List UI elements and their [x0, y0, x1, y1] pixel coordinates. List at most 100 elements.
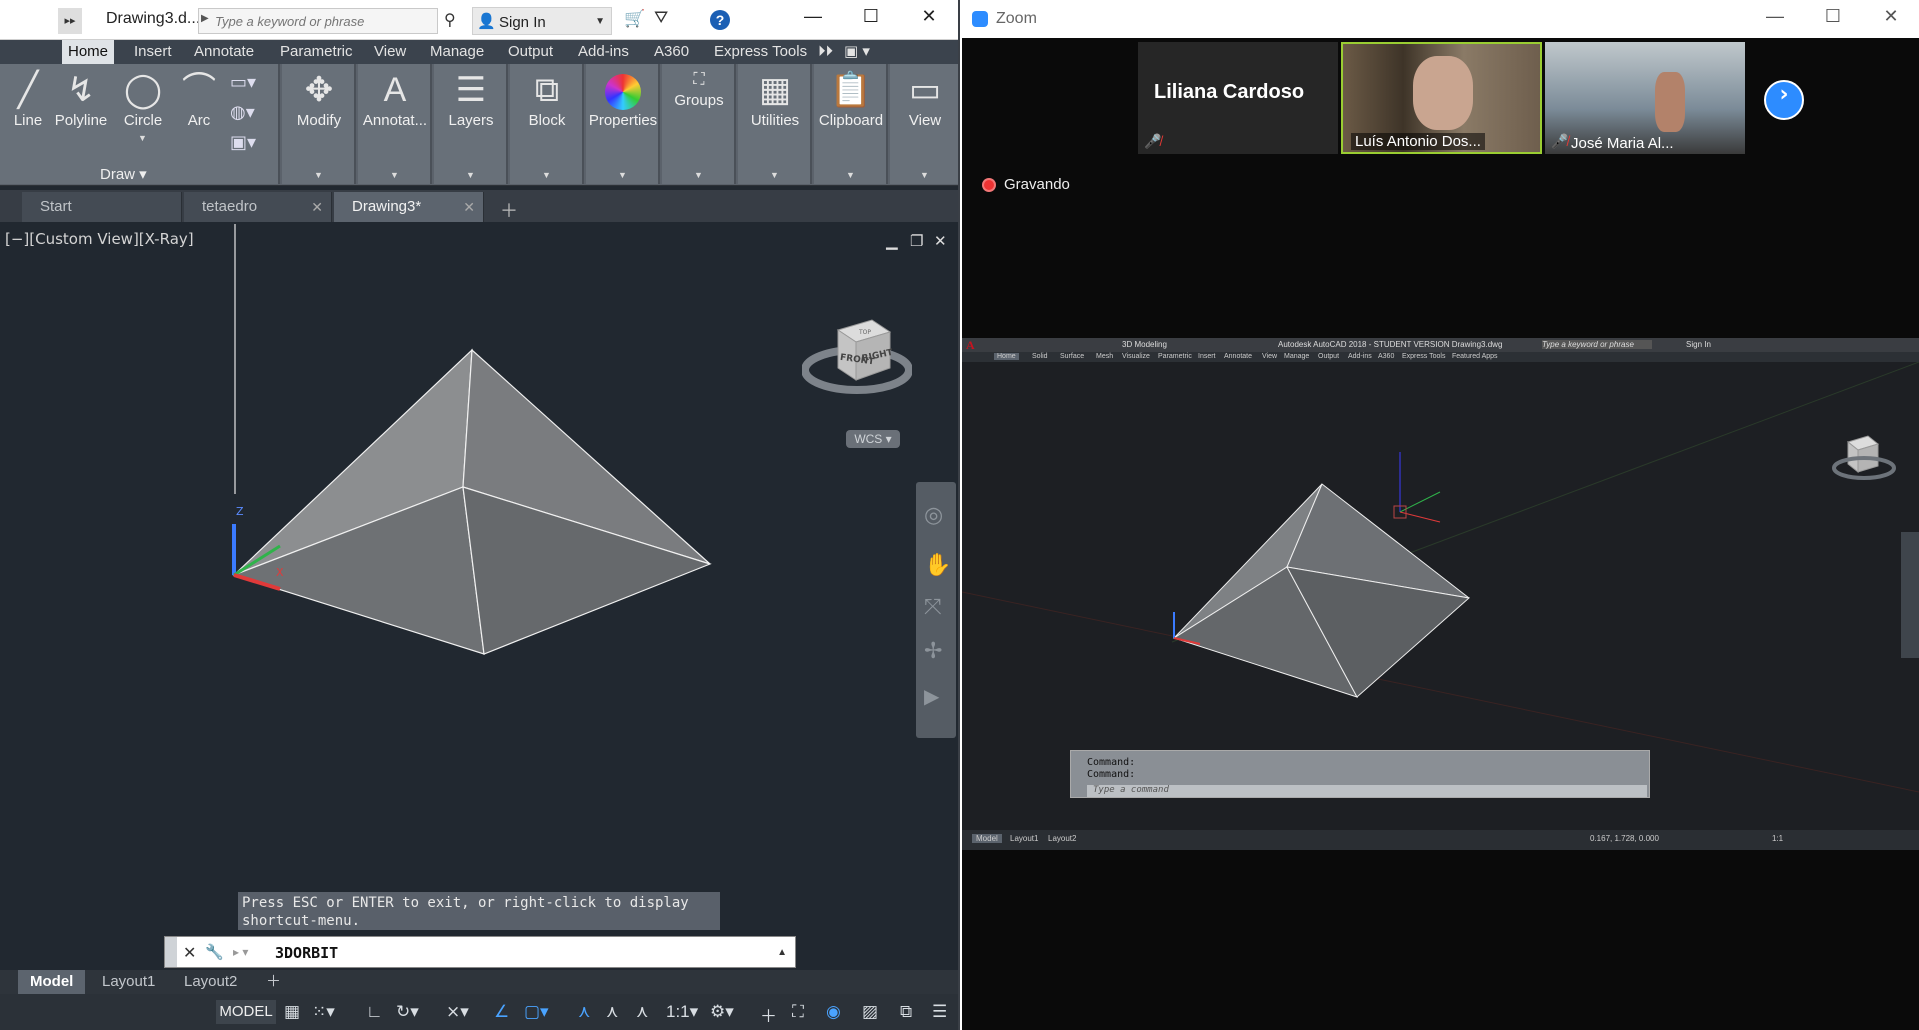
file-tab-drawing3[interactable]: Drawing3* ✕ [334, 192, 484, 222]
line-button[interactable]: ╱ Line [10, 68, 46, 129]
block-button[interactable]: ⧉ Block [518, 68, 576, 129]
polar-icon[interactable]: ↻▾ [396, 1002, 419, 1022]
command-line-handle[interactable] [165, 937, 177, 967]
auto-scale-icon[interactable]: ⋏ [606, 1002, 618, 1022]
properties-button[interactable]: Properties [586, 68, 660, 129]
command-prompt-icon[interactable]: ▸ ▾ [233, 945, 248, 959]
close-button[interactable]: ✕ [914, 6, 944, 27]
steering-wheel-icon[interactable]: ◎ [924, 502, 943, 528]
chevron-down-icon[interactable]: ▼ [846, 170, 855, 180]
tab-a360[interactable]: A360 [648, 40, 695, 64]
shared-screen[interactable]: A 3D Modeling Autodesk AutoCAD 2018 - ST… [962, 338, 1919, 850]
chevron-down-icon[interactable]: ▼ [618, 170, 627, 180]
isodraft-icon[interactable]: ⨯▾ [446, 1002, 469, 1022]
add-layout-button[interactable]: ＋ [254, 970, 293, 994]
wcs-menu[interactable]: WCS ▾ [846, 430, 900, 448]
object-snap-icon[interactable]: ▢▾ [524, 1002, 549, 1022]
layout-tab-model[interactable]: Model [18, 970, 86, 994]
region-icon[interactable]: ▣▾ [230, 132, 256, 153]
chevron-down-icon[interactable]: ▼ [920, 170, 929, 180]
next-page-button[interactable]: › [1764, 80, 1804, 120]
new-tab-button[interactable]: ＋ [500, 197, 518, 223]
file-tab-tetaedro[interactable]: tetaedro ✕ [184, 192, 332, 222]
tab-view[interactable]: View [368, 40, 412, 64]
polyline-button[interactable]: ↯ Polyline [52, 68, 110, 129]
chevron-down-icon[interactable]: ▼ [542, 170, 551, 180]
rectangle-icon[interactable]: ▭▾ [230, 72, 256, 93]
sign-in-button[interactable]: 👤 Sign In ▼ [472, 7, 612, 35]
arc-button[interactable]: ⌒ Arc [176, 68, 222, 129]
plus-icon[interactable]: ＋ [760, 1002, 777, 1027]
draw-panel-label[interactable]: Draw ▾ [100, 165, 147, 183]
minimize-button[interactable]: — [798, 6, 828, 27]
units-icon[interactable]: ⛶ [792, 1002, 804, 1022]
tab-home[interactable]: Home [62, 40, 115, 64]
file-tab-start[interactable]: Start [22, 192, 182, 222]
pan-icon[interactable]: ✋ [924, 552, 951, 578]
ortho-icon[interactable]: ∟ [366, 1002, 383, 1022]
chevron-down-icon[interactable]: ▼ [770, 170, 779, 180]
tab-parametric[interactable]: Parametric [274, 40, 359, 64]
model-space-button[interactable]: MODEL [216, 1000, 276, 1024]
showmotion-icon[interactable]: ▶ [924, 684, 939, 709]
hatch-icon[interactable]: ◍▾ [230, 102, 255, 123]
command-input[interactable] [275, 942, 755, 964]
annotation-visibility-icon[interactable]: ⋏ [578, 1002, 590, 1022]
annotation-scale-value[interactable]: 1:1▾ [666, 1002, 698, 1022]
tab-manage[interactable]: Manage [424, 40, 490, 64]
clipboard-button[interactable]: 📋 Clipboard [814, 68, 888, 129]
object-snap-tracking-icon[interactable]: ∠ [494, 1002, 509, 1022]
close-button[interactable]: ✕ [1876, 6, 1906, 27]
close-icon[interactable]: ✕ [463, 192, 475, 222]
layout-tab-layout1[interactable]: Layout1 [90, 970, 167, 994]
modify-button[interactable]: ✥ Modify [290, 68, 348, 129]
zoom-extents-icon[interactable]: ⤧ [924, 594, 942, 620]
tab-annotate[interactable]: Annotate [188, 40, 260, 64]
utilities-button[interactable]: ▦ Utilities [740, 68, 810, 129]
layers-button[interactable]: ☰ Layers [442, 68, 500, 129]
binoculars-icon[interactable]: ⚲ [444, 10, 456, 30]
groups-button[interactable]: ⛶ Groups [668, 68, 730, 109]
tab-output[interactable]: Output [502, 40, 559, 64]
chevron-down-icon[interactable]: ▼ [694, 170, 703, 180]
gear-icon[interactable]: ⚙▾ [710, 1002, 734, 1022]
tab-add-ins[interactable]: Add-ins [572, 40, 635, 64]
minimize-button[interactable]: — [1760, 6, 1790, 27]
a360-icon[interactable]: ⛛ [654, 8, 668, 28]
drawing-viewport[interactable]: [−][Custom View][X-Ray] ▁ ❐ ✕ Z X FRONT … [0, 224, 958, 969]
participant-tile-active[interactable]: Luís Antonio Dos... [1341, 42, 1542, 154]
snap-icon[interactable]: ⁙▾ [312, 1002, 335, 1022]
hardware-acceleration-icon[interactable]: ▨ [862, 1002, 878, 1022]
grid-icon[interactable]: ▦ [284, 1002, 300, 1022]
annotation-scale-icon[interactable]: ⋏ [636, 1002, 648, 1022]
ribbon-display-icon[interactable]: ▣ ▾ [838, 40, 876, 64]
maximize-button[interactable]: ☐ [856, 6, 886, 27]
clean-screen-icon[interactable]: ⧉ [900, 1002, 912, 1022]
quick-access-more-button[interactable]: ▸▸ [58, 8, 82, 34]
participant-tile[interactable]: 🎤̸ José Maria Al... [1545, 42, 1745, 154]
participant-tile[interactable]: Liliana Cardoso 🎤̸ [1138, 42, 1338, 154]
wrench-icon[interactable]: 🔧 [205, 943, 224, 961]
viewcube[interactable]: FRONT RIGHT TOP [802, 300, 912, 400]
help-icon[interactable]: ? [710, 10, 730, 30]
tab-insert[interactable]: Insert [128, 40, 178, 64]
tab-express-tools[interactable]: Express Tools [708, 40, 813, 64]
close-icon[interactable]: ✕ [183, 943, 196, 963]
layout-tab-layout2[interactable]: Layout2 [172, 970, 249, 994]
isolate-objects-icon[interactable]: ◉ [826, 1002, 841, 1022]
customization-menu-icon[interactable]: ☰ [932, 1002, 947, 1022]
chevron-down-icon[interactable]: ▼ [314, 170, 323, 180]
view-button[interactable]: ▭ View [896, 68, 954, 129]
chevron-down-icon[interactable]: ▼ [466, 170, 475, 180]
search-input[interactable] [215, 11, 435, 31]
cart-icon[interactable]: 🛒 [624, 9, 645, 29]
chevron-down-icon[interactable]: ▼ [390, 170, 399, 180]
close-icon[interactable]: ✕ [311, 192, 323, 222]
search-expand-icon[interactable]: ▶ [201, 13, 209, 24]
maximize-button[interactable]: ☐ [1818, 6, 1848, 27]
orbit-icon[interactable]: ✢ [924, 638, 942, 664]
tabs-overflow-icon[interactable]: ⏵⏵ [812, 40, 839, 64]
annotation-button[interactable]: A Annotat... [360, 68, 430, 129]
circle-button[interactable]: ◯ Circle ▼ [118, 68, 168, 143]
chevron-up-icon[interactable]: ▲ [777, 947, 787, 958]
